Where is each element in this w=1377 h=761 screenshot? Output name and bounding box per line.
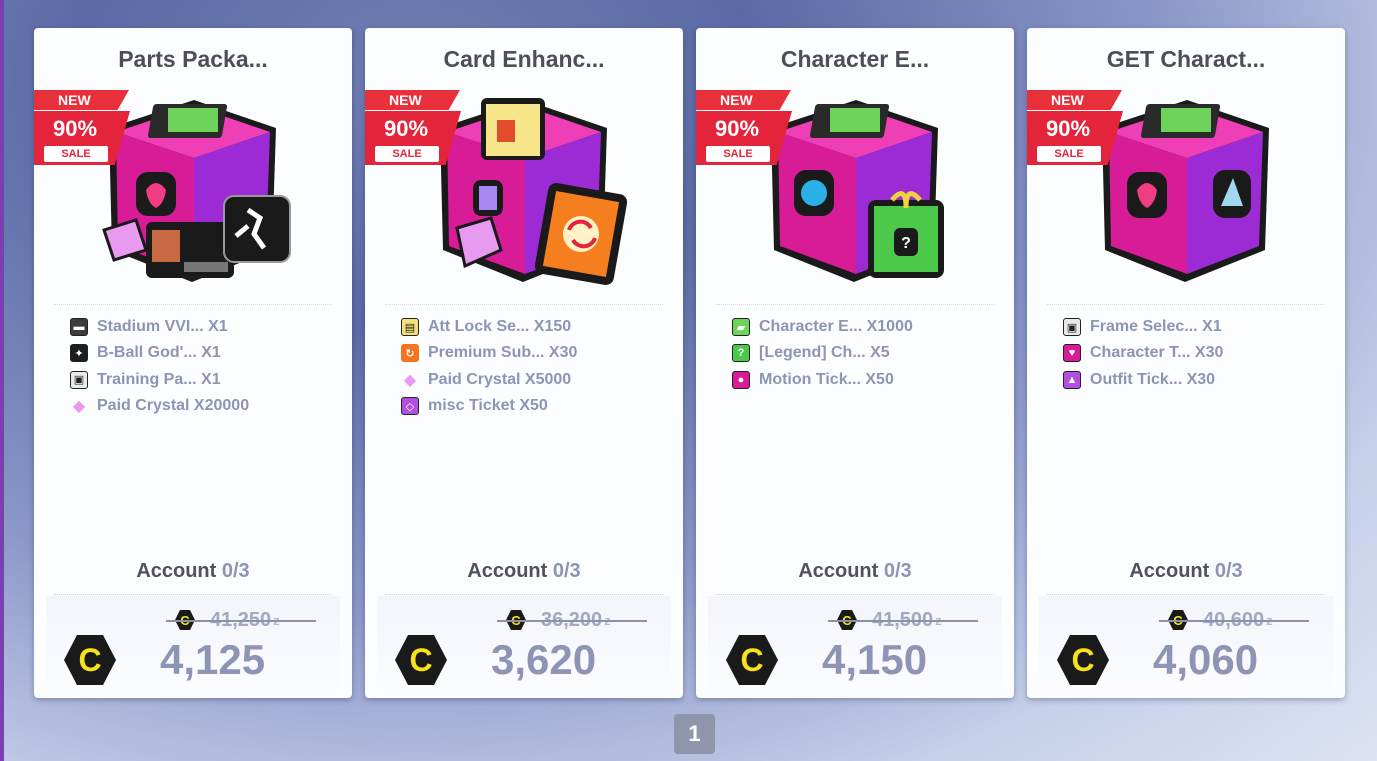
sale-price: 3,620 <box>491 636 597 683</box>
list-item: ◇ misc Ticket X50 <box>401 393 661 419</box>
outfit-ticket-icon: ▲ <box>1063 370 1081 389</box>
strikethrough <box>166 620 316 622</box>
list-item: ◆ Paid Crystal X5000 <box>401 367 661 393</box>
divider <box>716 594 994 595</box>
sale-percent: 90% <box>52 116 98 141</box>
package-list: Parts Packa... NEW 90% SALE ▬ Stadium VV… <box>34 28 1346 698</box>
list-item: ♥ Character T... X30 <box>1063 340 1323 366</box>
original-price: C 41,500 z <box>828 606 978 634</box>
divider <box>716 304 994 305</box>
chip-box-icon: ▣ <box>1063 318 1081 337</box>
original-price: C 40,600 z <box>1159 606 1309 634</box>
divider <box>54 594 332 595</box>
item-list: ▰ Character E... X1000 ? [Legend] Ch... … <box>732 314 992 393</box>
item-list: ▣ Frame Selec... X1 ♥ Character T... X30… <box>1063 314 1323 393</box>
svg-text:C: C <box>78 642 101 678</box>
list-item: ▰ Character E... X1000 <box>732 314 992 340</box>
list-item: ? [Legend] Ch... X5 <box>732 340 992 366</box>
svg-text:C: C <box>409 642 432 678</box>
package-title: Parts Packa... <box>118 46 268 72</box>
crystal-icon: ◆ <box>72 398 86 416</box>
package-title: Character E... <box>780 46 930 72</box>
sale-percent: 90% <box>1045 116 1091 141</box>
strikethrough <box>828 620 978 622</box>
sale-label: SALE <box>706 146 770 162</box>
card-icon: ↻ <box>401 344 419 363</box>
svg-text:C: C <box>740 642 763 678</box>
coin-icon: C <box>1057 635 1109 685</box>
account-limit: Account 0/3 <box>1129 560 1243 582</box>
package-title: Card Enhanc... <box>443 46 605 72</box>
motion-ticket-icon: ● <box>732 370 750 389</box>
item-list: ▤ Att Lock Se... X150 ↻ Premium Sub... X… <box>401 314 661 419</box>
chip-icon: ▰ <box>732 318 750 337</box>
sale-price: 4,125 <box>160 636 266 683</box>
new-badge: NEW <box>34 90 129 110</box>
heart-ticket-icon: ♥ <box>1063 344 1081 363</box>
strikethrough <box>1159 620 1309 622</box>
divider <box>54 304 332 305</box>
gift-icon: ? <box>732 344 750 363</box>
divider <box>1047 594 1325 595</box>
package-card[interactable]: GET Charact... NEW 90% SALE ▣ Frame Sele… <box>1027 28 1345 698</box>
package-title: GET Charact... <box>1106 46 1266 72</box>
jumpman-icon: ✦ <box>70 344 88 363</box>
sale-label: SALE <box>375 146 439 162</box>
original-price: C 36,200 z <box>497 606 647 634</box>
original-price: C 41,250 z <box>166 606 316 634</box>
new-badge: NEW <box>365 90 460 110</box>
divider <box>1047 304 1325 305</box>
sale-label: SALE <box>44 146 108 162</box>
list-item: ▤ Att Lock Se... X150 <box>401 314 661 340</box>
id-card-icon: ▬ <box>70 318 88 337</box>
sale-price: 4,060 <box>1153 636 1259 683</box>
sale-percent: 90% <box>714 116 760 141</box>
list-item: ✦ B-Ball God'... X1 <box>70 340 330 366</box>
svg-text:C: C <box>1071 642 1094 678</box>
sale-label: SALE <box>1037 146 1101 162</box>
item-list: ▬ Stadium VVI... X1 ✦ B-Ball God'... X1 … <box>70 314 330 419</box>
divider <box>385 304 663 305</box>
list-item: ▣ Frame Selec... X1 <box>1063 314 1323 340</box>
package-card[interactable]: Parts Packa... NEW 90% SALE ▬ Stadium VV… <box>34 28 352 698</box>
svg-text:?: ? <box>901 235 911 252</box>
coin-icon: C <box>64 635 116 685</box>
list-item: ▬ Stadium VVI... X1 <box>70 314 330 340</box>
coin-icon: C <box>726 635 778 685</box>
list-item: ◆ Paid Crystal X20000 <box>70 393 330 419</box>
item-box-icon: ▤ <box>401 318 419 337</box>
sale-percent: 90% <box>383 116 429 141</box>
account-limit: Account 0/3 <box>467 560 581 582</box>
divider <box>385 594 663 595</box>
list-item: ● Motion Tick... X50 <box>732 367 992 393</box>
ticket-icon: ◇ <box>401 397 419 416</box>
coin-icon: C <box>395 635 447 685</box>
account-limit: Account 0/3 <box>798 560 912 582</box>
chip-box-icon: ▣ <box>70 370 88 389</box>
new-badge: NEW <box>696 90 791 110</box>
strikethrough <box>497 620 647 622</box>
package-card[interactable]: Card Enhanc... NEW 90% SALE ▤ Att Lock S… <box>365 28 683 698</box>
page-button[interactable]: 1 <box>674 714 715 754</box>
account-limit: Account 0/3 <box>136 560 250 582</box>
package-card[interactable]: Character E... ? NEW 90% SALE ▰ Characte… <box>696 28 1014 698</box>
new-badge: NEW <box>1027 90 1122 110</box>
sale-price: 4,150 <box>822 636 928 683</box>
list-item: ↻ Premium Sub... X30 <box>401 340 661 366</box>
list-item: ▲ Outfit Tick... X30 <box>1063 367 1323 393</box>
list-item: ▣ Training Pa... X1 <box>70 367 330 393</box>
crystal-icon: ◆ <box>403 371 417 389</box>
